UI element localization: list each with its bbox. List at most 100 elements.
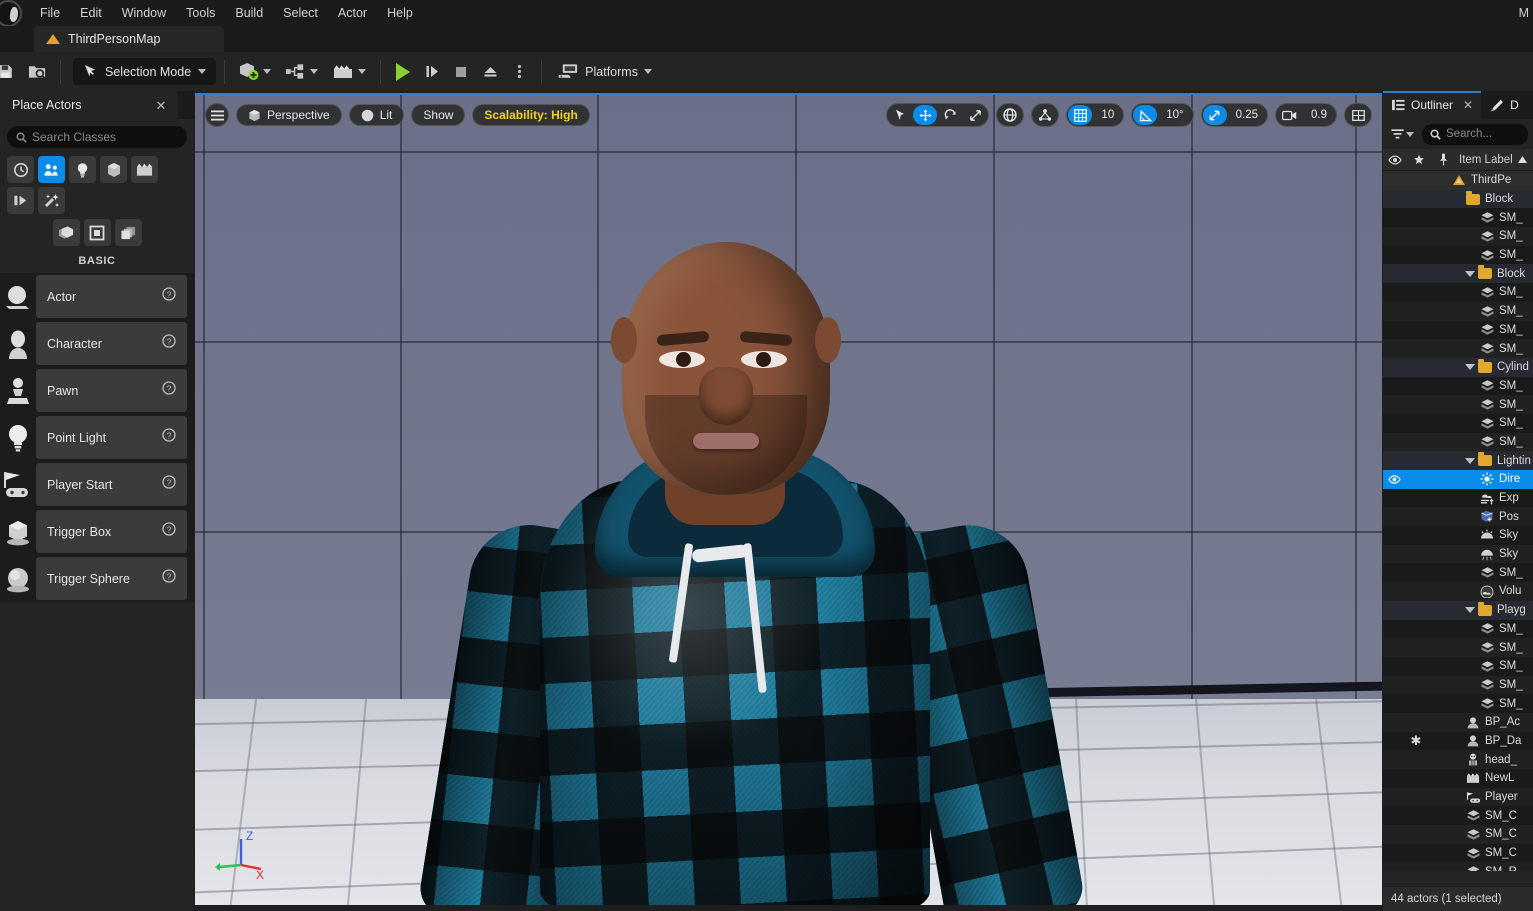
menu-tools[interactable]: Tools (176, 1, 225, 25)
list-item-pawn[interactable]: Pawn ? (0, 367, 194, 414)
category-volumes[interactable] (83, 219, 111, 246)
help-icon[interactable]: ? (162, 381, 176, 400)
surface-snap-button[interactable] (1033, 105, 1057, 125)
grid-snap-value[interactable]: 10 (1093, 109, 1122, 121)
platforms-button[interactable]: Platforms (550, 58, 660, 86)
more-options-button[interactable] (505, 58, 533, 86)
outliner-row[interactable]: SM_C (1383, 843, 1533, 863)
outliner-row[interactable]: SM_R (1383, 862, 1533, 871)
outliner-row[interactable]: SM_ (1383, 694, 1533, 713)
category-cinematic[interactable] (131, 156, 158, 183)
help-icon[interactable]: ? (162, 569, 176, 588)
outliner-row[interactable]: SM_ (1383, 227, 1533, 246)
play-button[interactable] (389, 58, 417, 86)
row-expand-arrow[interactable] (1465, 364, 1475, 371)
outliner-row[interactable]: Player (1383, 787, 1533, 807)
menu-actor[interactable]: Actor (328, 1, 377, 25)
outliner-row[interactable]: Cylind (1383, 357, 1533, 377)
add-actor-button[interactable] (233, 58, 277, 86)
outliner-row[interactable]: Sky (1383, 526, 1533, 545)
menu-build[interactable]: Build (225, 1, 273, 25)
select-tool-button[interactable] (888, 105, 912, 125)
item-label-column[interactable]: Item Label (1459, 154, 1513, 166)
angle-snap-toggle[interactable] (1133, 105, 1158, 125)
close-icon[interactable]: ✕ (1463, 98, 1473, 112)
rotate-tool-button[interactable] (938, 105, 962, 125)
menu-window[interactable]: Window (112, 1, 176, 25)
outliner-filter-button[interactable] (1388, 126, 1417, 142)
outliner-row[interactable]: SM_ (1383, 413, 1533, 433)
outliner-row[interactable]: SM_ (1383, 208, 1533, 228)
outliner-row[interactable]: SM_ (1383, 245, 1533, 265)
outliner-row[interactable]: SM_ (1383, 638, 1533, 657)
outliner-row[interactable]: Volu (1383, 582, 1533, 601)
outliner-row[interactable]: SM_ (1383, 376, 1533, 396)
help-icon[interactable]: ? (162, 287, 176, 306)
viewport-layout-button[interactable] (1346, 105, 1370, 125)
outliner-row[interactable]: ✱ BP_Da (1383, 731, 1533, 751)
menu-file[interactable]: File (30, 1, 70, 25)
grid-snap-toggle[interactable] (1068, 105, 1093, 125)
outliner-tree[interactable]: ThirdPe Block SM_ SM_ SM_ Block SM_ SM_ SM_ SM_ Cy… (1383, 171, 1533, 871)
row-favorite-icon[interactable]: ✱ (1405, 733, 1427, 749)
viewport-lit-button[interactable]: Lit (348, 104, 405, 126)
outliner-row[interactable]: SM_ (1383, 675, 1533, 695)
menu-edit[interactable]: Edit (70, 1, 112, 25)
search-classes-input[interactable]: Search Classes (7, 126, 187, 148)
list-item-actor[interactable]: Actor ? (0, 273, 194, 320)
help-icon[interactable]: ? (162, 428, 176, 447)
outliner-row[interactable]: Sky (1383, 544, 1533, 564)
eject-button[interactable] (476, 58, 504, 86)
viewport-show-button[interactable]: Show (411, 104, 466, 126)
outliner-row[interactable]: Block (1383, 189, 1533, 209)
viewport-perspective-button[interactable]: Perspective (236, 104, 342, 126)
stop-button[interactable] (447, 58, 475, 86)
outliner-row[interactable]: SM_ (1383, 619, 1533, 639)
category-all[interactable] (114, 219, 142, 246)
move-tool-button[interactable] (913, 105, 938, 125)
outliner-row[interactable]: SM_ (1383, 320, 1533, 340)
scale-tool-button[interactable] (963, 105, 987, 125)
outliner-row[interactable]: SM_ (1383, 656, 1533, 676)
viewport-scalability-badge[interactable]: Scalability: High (472, 104, 590, 126)
outliner-row[interactable]: Exp (1383, 488, 1533, 508)
outliner-row[interactable]: Block (1383, 264, 1533, 284)
outliner-row[interactable]: BP_Ac (1383, 712, 1533, 732)
list-item-player-start[interactable]: Player Start ? (0, 461, 194, 508)
scale-snap-toggle[interactable] (1202, 105, 1227, 125)
blueprints-button[interactable] (279, 58, 324, 86)
outliner-row[interactable]: Lightin (1383, 451, 1533, 470)
world-coordinate-button[interactable] (998, 105, 1022, 125)
row-expand-arrow[interactable] (1465, 457, 1475, 464)
outliner-row[interactable]: SM_ (1383, 563, 1533, 583)
outliner-row[interactable]: Pos (1383, 507, 1533, 527)
visibility-column-icon[interactable] (1383, 149, 1407, 171)
camera-speed-value[interactable]: 0.9 (1303, 109, 1335, 121)
help-icon[interactable]: ? (162, 475, 176, 494)
close-icon[interactable]: ✕ (154, 99, 168, 112)
list-item-character[interactable]: Character ? (0, 320, 194, 367)
cinematics-button[interactable] (326, 58, 372, 86)
row-expand-arrow[interactable] (1465, 607, 1475, 614)
angle-snap-value[interactable]: 10° (1158, 109, 1191, 121)
outliner-row[interactable]: NewL (1383, 769, 1533, 788)
outliner-row[interactable]: head_ (1383, 750, 1533, 769)
help-icon[interactable]: ? (162, 522, 176, 541)
scale-snap-value[interactable]: 0.25 (1228, 109, 1266, 121)
unreal-logo-icon[interactable] (0, 0, 30, 27)
help-icon[interactable]: ? (162, 334, 176, 353)
list-item-trigger-box[interactable]: Trigger Box ? (0, 508, 194, 555)
category-basic[interactable] (38, 156, 65, 183)
tab-place-actors[interactable]: Place Actors ✕ (0, 91, 178, 119)
outliner-row[interactable]: Playg (1383, 600, 1533, 620)
category-lights[interactable] (69, 156, 96, 183)
outliner-row[interactable]: SM_ (1383, 395, 1533, 414)
outliner-row[interactable]: SM_C (1383, 806, 1533, 826)
outliner-row[interactable]: SM_ (1383, 432, 1533, 452)
row-visibility-icon[interactable] (1383, 475, 1405, 484)
level-viewport[interactable]: Perspective Lit Show Scalability: High 1… (195, 95, 1382, 905)
menu-help[interactable]: Help (377, 1, 423, 25)
tab-third-person-map[interactable]: ThirdPersonMap (34, 26, 224, 52)
list-item-trigger-sphere[interactable]: Trigger Sphere ? (0, 555, 194, 602)
camera-speed-button[interactable] (1277, 105, 1302, 125)
